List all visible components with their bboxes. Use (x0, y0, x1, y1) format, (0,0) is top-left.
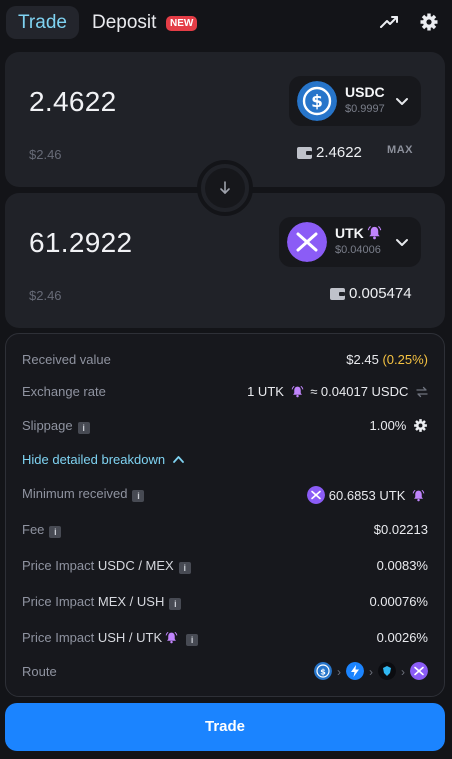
info-icon[interactable]: i (186, 634, 199, 646)
max-button[interactable]: MAX (387, 144, 413, 156)
swap-direction-button[interactable] (197, 160, 253, 216)
price-impact-row: Price Impact USDC / MEX i 0.0083% (22, 555, 428, 577)
fee-row: Fee i $0.02213 (22, 519, 428, 541)
bell-icon (412, 489, 425, 502)
price-impact-label: Price Impact (22, 594, 95, 609)
to-token-selector[interactable]: UTK $0.04006 (279, 217, 421, 267)
from-amount-input[interactable]: 2.4622 (29, 86, 116, 118)
fee-label: Fee (22, 522, 45, 537)
utk-token-icon (287, 222, 327, 262)
ush-token-icon (378, 662, 396, 680)
exchange-rate-base: 1 UTK (247, 384, 284, 399)
utk-token-icon (307, 486, 326, 504)
usdc-token-icon: $ (314, 662, 332, 680)
hide-breakdown-label: Hide detailed breakdown (22, 452, 166, 467)
route-path[interactable]: $ › › › (314, 662, 428, 680)
tab-trade[interactable]: Trade (6, 6, 79, 39)
minimum-received-row: Minimum received i 60.6853 UTK (22, 483, 428, 505)
bell-icon (291, 385, 303, 398)
chevron-up-icon (172, 456, 184, 463)
received-value-percent: (0.25%) (382, 352, 428, 367)
route-chevron-icon: › (401, 665, 405, 679)
hide-breakdown-link[interactable]: Hide detailed breakdown (22, 452, 184, 467)
trending-up-icon[interactable] (379, 12, 399, 32)
price-impact-pair: USDC / MEX (97, 558, 174, 573)
price-impact-value: 0.0026% (376, 630, 428, 645)
settings-gear-icon[interactable] (419, 12, 439, 32)
received-value-amount: $2.45 (346, 352, 379, 367)
top-bar: Trade Deposit NEW (0, 0, 452, 48)
route-chevron-icon: › (337, 665, 341, 679)
svg-text:$: $ (311, 92, 323, 112)
svg-text:$: $ (320, 668, 326, 677)
info-icon[interactable]: i (132, 490, 145, 502)
exchange-rate-quote: ≈ 0.04017 USDC (310, 384, 409, 399)
swap-arrows-icon[interactable] (416, 386, 428, 398)
price-impact-value: 0.00076% (369, 594, 428, 609)
chevron-down-icon (396, 239, 408, 246)
slippage-row: Slippage i 1.00% (22, 415, 428, 437)
chevron-down-icon (396, 98, 408, 105)
to-token-symbol: UTK (335, 225, 364, 241)
info-icon[interactable]: i (77, 422, 90, 434)
trade-details-panel: Received value $2.45 (0.25%) Exchange ra… (5, 333, 445, 697)
info-icon[interactable]: i (49, 526, 62, 538)
wallet-icon (297, 147, 312, 159)
minimum-received-label: Minimum received (22, 486, 128, 501)
from-token-selector[interactable]: $ USDC $0.9997 (289, 76, 421, 126)
utk-token-icon (410, 662, 428, 680)
to-amount-input[interactable]: 61.2922 (29, 227, 132, 259)
arrow-down-icon (220, 181, 230, 194)
route-label: Route (22, 664, 57, 679)
price-impact-label: Price Impact (22, 630, 95, 645)
settings-gear-icon[interactable] (413, 418, 428, 433)
info-icon[interactable]: i (169, 598, 182, 610)
new-badge: NEW (166, 16, 198, 31)
exchange-rate-row: Exchange rate 1 UTK ≈ 0.04017 USDC (22, 381, 428, 403)
from-usd-value: $2.46 (29, 147, 62, 162)
from-token-symbol: USDC (345, 84, 385, 100)
slippage-label: Slippage (22, 418, 73, 433)
price-impact-pair: MEX / USH (97, 594, 165, 609)
exchange-rate-label: Exchange rate (22, 384, 106, 399)
bell-icon (367, 226, 382, 240)
wallet-icon (330, 288, 345, 300)
from-balance: 2.4622 (316, 144, 362, 161)
bell-icon (165, 631, 178, 644)
received-value-row: Received value $2.45 (0.25%) (22, 349, 428, 371)
info-icon[interactable]: i (178, 562, 191, 574)
usdc-token-icon: $ (297, 81, 337, 121)
minimum-received-value: 60.6853 UTK (328, 488, 406, 503)
price-impact-row: Price Impact MEX / USH i 0.00076% (22, 591, 428, 613)
price-impact-pair: USH / UTK (97, 630, 163, 645)
from-token-price: $0.9997 (345, 103, 385, 115)
fee-value: $0.02213 (373, 522, 428, 537)
slippage-value: 1.00% (369, 418, 407, 433)
price-impact-row: Price Impact USH / UTK i 0.0026% (22, 627, 428, 649)
price-impact-label: Price Impact (22, 558, 95, 573)
price-impact-value: 0.0083% (376, 558, 428, 573)
route-row: Route $ › › › (22, 661, 428, 683)
route-chevron-icon: › (369, 665, 373, 679)
to-token-price: $0.04006 (335, 244, 381, 256)
trade-button[interactable]: Trade (5, 703, 445, 751)
received-value-label: Received value (22, 352, 111, 367)
mex-token-icon (346, 662, 364, 680)
tab-deposit[interactable]: Deposit (92, 6, 156, 39)
to-balance: 0.005474 (349, 285, 412, 302)
to-usd-value: $2.46 (29, 288, 62, 303)
